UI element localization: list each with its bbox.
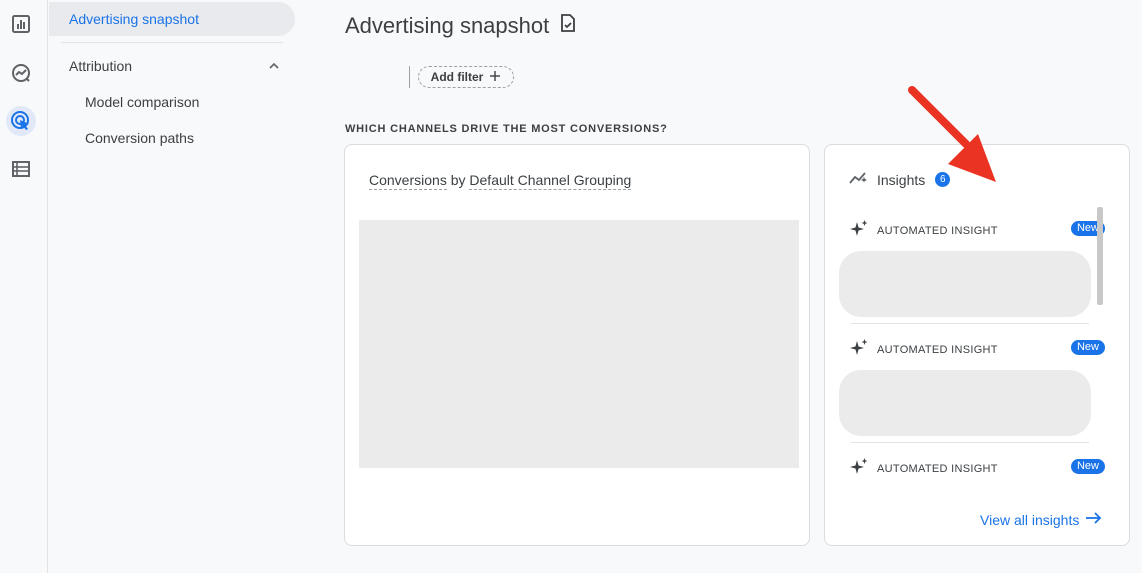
chart-title-connector: by — [450, 172, 466, 188]
sparkle-icon — [849, 219, 869, 244]
chart-title: Conversions by Default Channel Grouping — [369, 172, 632, 190]
add-filter-label: Add filter — [430, 70, 484, 84]
nav-item-advertising-snapshot[interactable]: Advertising snapshot — [49, 2, 295, 36]
insights-scrollbar[interactable] — [1097, 207, 1103, 305]
insight-divider — [851, 323, 1089, 324]
insight-loading-placeholder — [839, 251, 1091, 317]
section-heading: WHICH CHANNELS DRIVE THE MOST CONVERSION… — [345, 123, 668, 135]
plus-icon — [489, 70, 501, 85]
insights-card: Insights 6 AUTOMATED INSIGHT New AUTOMAT… — [824, 144, 1130, 546]
icon-rail — [0, 0, 48, 573]
page-title: Advertising snapshot — [345, 13, 550, 38]
insight-item[interactable]: AUTOMATED INSIGHT New — [839, 457, 1105, 482]
insight-label: AUTOMATED INSIGHT — [877, 344, 998, 356]
nav-item-conversion-paths[interactable]: Conversion paths — [85, 130, 194, 146]
insight-loading-placeholder — [839, 370, 1091, 436]
insight-label: AUTOMATED INSIGHT — [877, 225, 998, 237]
insights-trend-icon — [849, 171, 869, 188]
new-badge: New — [1070, 340, 1105, 355]
chart-loading-placeholder — [359, 220, 799, 468]
dimension-selector[interactable]: Default Channel Grouping — [469, 172, 632, 190]
nav-item-model-comparison[interactable]: Model comparison — [85, 94, 199, 110]
secondary-nav: Advertising snapshot Attribution Model c… — [49, 0, 299, 573]
sparkle-icon — [849, 338, 869, 363]
report-status-icon[interactable] — [559, 12, 577, 40]
annotation-arrow-icon — [900, 84, 1010, 199]
advertising-icon[interactable] — [6, 106, 36, 136]
nav-section-attribution[interactable]: Attribution — [69, 56, 283, 76]
configure-icon[interactable] — [6, 154, 36, 184]
filter-separator — [409, 66, 410, 88]
nav-divider — [61, 42, 283, 43]
arrow-right-icon — [1085, 511, 1103, 528]
insight-divider — [851, 442, 1089, 443]
insight-item[interactable]: AUTOMATED INSIGHT New — [839, 219, 1105, 317]
conversions-chart-card: Conversions by Default Channel Grouping — [344, 144, 810, 546]
chevron-up-icon — [267, 58, 281, 78]
explore-icon[interactable] — [6, 58, 36, 88]
insight-item[interactable]: AUTOMATED INSIGHT New — [839, 338, 1105, 436]
page-title-row: Advertising snapshot — [345, 12, 577, 40]
insight-label: AUTOMATED INSIGHT — [877, 463, 998, 475]
view-all-insights-link[interactable]: View all insights — [980, 511, 1103, 528]
view-all-insights-label: View all insights — [980, 511, 1080, 528]
add-filter-button[interactable]: Add filter — [418, 66, 514, 88]
reports-icon[interactable] — [6, 9, 36, 39]
new-badge: New — [1070, 459, 1105, 474]
metric-selector[interactable]: Conversions — [369, 172, 447, 190]
nav-section-label: Attribution — [69, 58, 133, 74]
sparkle-icon — [849, 457, 869, 482]
